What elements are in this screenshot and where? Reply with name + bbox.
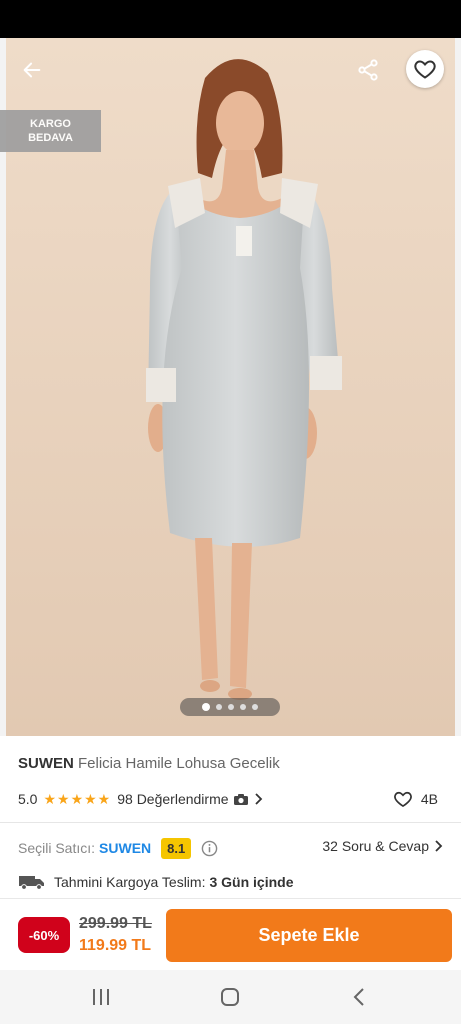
shipping-estimate: Tahmini Kargoya Teslim: 3 Gün içinde [18,872,294,892]
arrow-left-icon [23,62,41,78]
shipping-label: Tahmini Kargoya Teslim: [54,874,206,890]
rating-value: 5.0 [18,791,38,807]
system-nav-bar [0,970,461,1024]
seller-row: Seçili Satıcı: SUWEN 8.1 32 Soru & Cevap [18,836,443,860]
home-button[interactable] [215,984,245,1010]
divider [0,822,461,823]
product-title: SUWEN Felicia Hamile Lohusa Gecelik [18,755,280,772]
favorite-button[interactable] [406,50,444,88]
heart-outline-icon [414,60,436,79]
purchase-bar: -60% 299.99 TL 119.99 TL Sepete Ekle [0,898,461,970]
new-price: 119.99 TL [79,937,152,954]
back-button[interactable] [14,52,50,88]
product-gallery[interactable]: KARGO BEDAVA [0,38,461,736]
seller-name-link[interactable]: SUWEN [99,840,151,856]
gallery-dot[interactable] [216,704,222,710]
gallery-dot[interactable] [202,703,210,711]
brand-name[interactable]: SUWEN [18,755,74,772]
discount-badge: -60% [18,917,70,953]
seller-score-badge: 8.1 [161,837,192,859]
star-rating: ★★★★★ [43,790,112,807]
favorite-count-value: 4B [420,791,438,807]
reviews-link[interactable]: 98 Değerlendirme [117,791,262,807]
recent-apps-button[interactable] [86,984,116,1010]
questions-answers-link[interactable]: 32 Soru & Cevap [322,838,443,854]
heart-outline-icon [394,791,412,808]
recent-apps-icon [93,989,109,1005]
home-icon [221,988,239,1006]
badge-line-1: KARGO [30,118,71,130]
chevron-right-icon [254,793,262,805]
shipping-value: 3 Gün içinde [209,874,294,890]
share-icon [358,59,378,81]
seller-label: Seçili Satıcı: [18,840,96,856]
chevron-right-icon [435,840,443,852]
qa-label: 32 Soru & Cevap [322,838,429,854]
gallery-dot[interactable] [252,704,258,710]
favorite-count[interactable]: 4B [393,789,438,809]
share-button[interactable] [350,52,386,88]
rating-row: 5.0 ★★★★★ 98 Değerlendirme 4B [18,789,443,809]
product-name: Felicia Hamile Lohusa Gecelik [78,755,280,772]
status-bar [0,0,461,38]
info-icon[interactable] [201,840,218,857]
badge-line-2: BEDAVA [28,132,73,144]
camera-icon [233,793,248,805]
free-shipping-badge: KARGO BEDAVA [0,110,101,152]
gallery-dot[interactable] [228,704,234,710]
old-price: 299.99 TL [79,915,152,932]
truck-icon [19,876,44,890]
gallery-dot[interactable] [240,704,246,710]
gallery-pagination[interactable] [180,698,280,716]
system-back-button[interactable] [344,984,374,1010]
add-to-cart-button[interactable]: Sepete Ekle [166,909,452,962]
gallery-edge-right [455,38,461,736]
back-icon [353,988,364,1006]
reviews-count: 98 Değerlendirme [117,791,229,807]
